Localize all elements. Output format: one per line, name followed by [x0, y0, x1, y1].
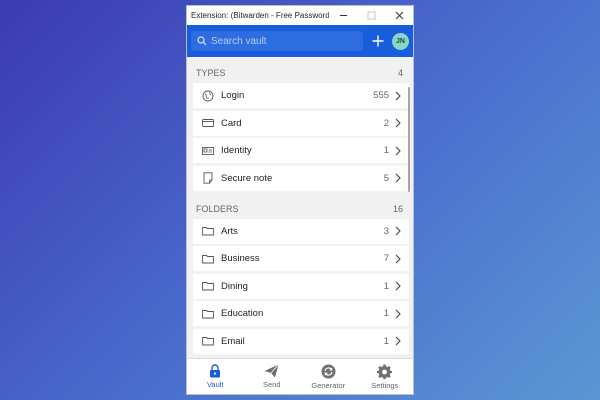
chevron-right-icon [395, 146, 405, 156]
chevron-right-icon [395, 254, 405, 264]
types-section-header: TYPES 4 [187, 63, 413, 83]
folder-item-business[interactable]: Business 7 [193, 246, 409, 271]
types-count: 4 [397, 68, 403, 78]
close-icon [395, 11, 403, 20]
type-item-identity[interactable]: Identity 1 [193, 138, 409, 163]
maximize-button[interactable] [357, 6, 385, 25]
folder-item-count: 1 [383, 335, 389, 347]
folder-item-label: Email [221, 335, 245, 347]
folder-item-arts[interactable]: Arts 3 [193, 218, 409, 244]
chevron-right-icon [395, 118, 405, 128]
folder-item-email[interactable]: Email 1 [193, 328, 409, 354]
folder-icon [201, 307, 215, 321]
types-list: Login 555 Card 2 Identity 1 Secure note … [193, 83, 409, 191]
folders-section-header: FOLDERS 16 [187, 199, 413, 219]
vault-content: TYPES 4 Login 555 Card 2 Identity 1 Secu… [187, 57, 413, 358]
chevron-right-icon [395, 173, 405, 183]
tab-label: Send [262, 380, 281, 389]
chevron-right-icon [395, 91, 405, 101]
tab-label: Generator [311, 380, 346, 390]
folder-icon [201, 334, 215, 348]
folder-icon [201, 224, 215, 238]
type-item-count: 2 [383, 117, 389, 129]
type-item-label: Login [221, 90, 245, 101]
type-item-label: Identity [221, 145, 252, 156]
folders-heading: FOLDERS [196, 203, 239, 214]
extension-window: Extension: (Bitwarden - Free Password...… [186, 5, 414, 395]
folder-item-count: 3 [383, 225, 389, 237]
avatar[interactable]: JN [392, 32, 409, 50]
paper-plane-icon [264, 364, 280, 378]
folders-count: 16 [392, 203, 403, 214]
close-button[interactable] [385, 6, 413, 25]
type-item-label: Secure note [221, 172, 273, 184]
globe-icon [201, 89, 215, 103]
folder-item-count: 1 [383, 280, 389, 292]
add-item-button[interactable] [366, 29, 390, 53]
minimize-button[interactable] [329, 6, 357, 25]
vault-header: JN [187, 25, 413, 57]
search-input[interactable] [211, 35, 351, 47]
type-item-login[interactable]: Login 555 [193, 83, 409, 108]
types-heading: TYPES [196, 68, 226, 78]
folder-item-label: Education [221, 308, 264, 319]
folder-item-count: 1 [383, 308, 389, 319]
tab-label: Settings [371, 380, 399, 390]
maximize-icon [367, 11, 375, 20]
window-title: Extension: (Bitwarden - Free Password... [191, 11, 329, 20]
folder-item-count: 7 [383, 253, 389, 264]
tab-send[interactable]: Send [244, 359, 301, 394]
note-icon [201, 171, 215, 185]
type-item-count: 1 [383, 145, 389, 156]
folder-icon [201, 279, 215, 293]
chevron-right-icon [395, 336, 405, 346]
folder-item-label: Arts [221, 225, 238, 237]
minimize-icon [339, 15, 347, 16]
lock-icon [210, 364, 221, 378]
folders-list: Arts 3 Business 7 Dining 1 Education 1 E… [193, 218, 409, 354]
tab-vault[interactable]: Vault [187, 359, 244, 394]
vault-scrollbar[interactable] [408, 87, 410, 192]
title-bar: Extension: (Bitwarden - Free Password... [187, 6, 413, 25]
folder-icon [201, 252, 215, 266]
chevron-right-icon [395, 309, 405, 319]
search-icon [197, 36, 207, 46]
type-item-label: Card [221, 117, 242, 129]
tab-generator[interactable]: Generator [300, 359, 357, 394]
type-item-card[interactable]: Card 2 [193, 110, 409, 136]
id-card-icon [201, 144, 215, 158]
generator-icon [321, 364, 336, 378]
chevron-right-icon [395, 281, 405, 291]
chevron-right-icon [395, 226, 405, 236]
gear-icon [377, 364, 393, 379]
folder-item-education[interactable]: Education 1 [193, 301, 409, 326]
credit-card-icon [201, 116, 215, 130]
tab-settings[interactable]: Settings [357, 359, 414, 394]
search-box[interactable] [191, 31, 363, 51]
tab-label: Vault [206, 380, 224, 389]
bottom-tab-bar: Vault Send Generator Settings [187, 358, 413, 394]
type-item-count: 555 [373, 90, 389, 101]
type-item-count: 5 [383, 172, 389, 184]
folder-item-label: Dining [221, 280, 248, 292]
folder-item-label: Business [221, 253, 260, 264]
plus-icon [372, 35, 384, 47]
type-item-secure-note[interactable]: Secure note 5 [193, 165, 409, 191]
folder-item-dining[interactable]: Dining 1 [193, 273, 409, 299]
